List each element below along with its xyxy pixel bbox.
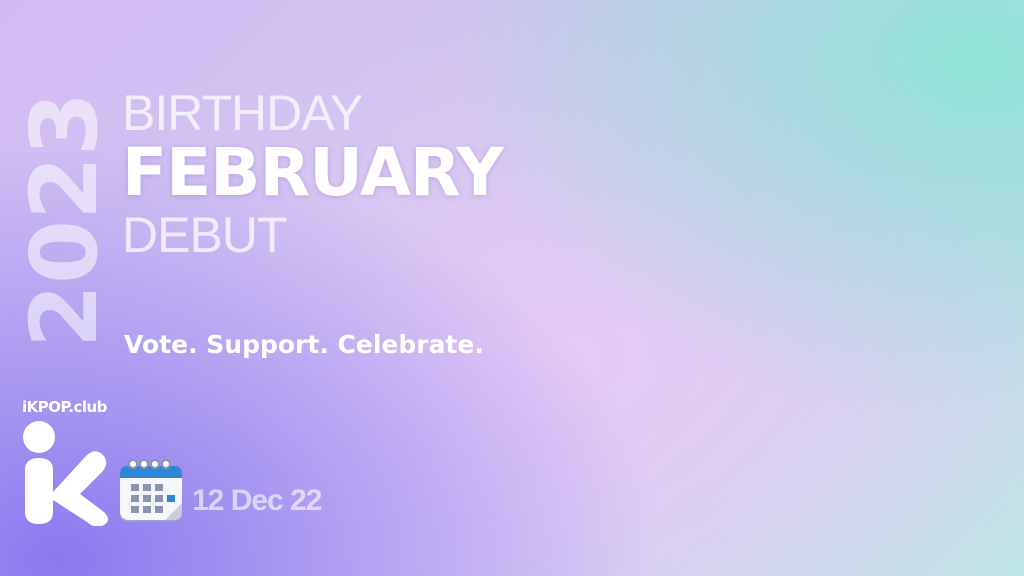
- debut-label: DEBUT: [122, 207, 287, 263]
- calendar-icon: [120, 459, 182, 522]
- brand-name: iKPOP.club: [22, 398, 107, 416]
- tagline: Vote. Support. Celebrate.: [124, 330, 484, 359]
- date-text: 12 Dec 22: [192, 484, 322, 517]
- month-title: FEBRUARY: [122, 134, 504, 211]
- year-vertical-label: 2023: [11, 82, 119, 357]
- year-text: 2023: [11, 91, 119, 348]
- ikpop-k-logo-icon: [23, 421, 108, 526]
- birthday-label: BIRTHDAY: [122, 85, 363, 141]
